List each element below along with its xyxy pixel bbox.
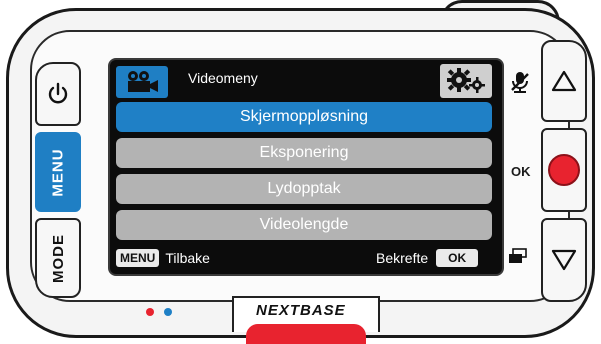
- menu-item-resolution[interactable]: Skjermoppløsning: [116, 102, 492, 132]
- display-toggle-icon: [508, 248, 528, 269]
- led-red: [146, 308, 154, 316]
- microphone-muted-icon: [510, 70, 530, 99]
- led-blue: [164, 308, 172, 316]
- menu-item-audio-recording[interactable]: Lydopptak: [116, 174, 492, 204]
- down-button[interactable]: [541, 218, 587, 302]
- settings-tab[interactable]: [440, 64, 492, 98]
- record-circle-icon: [548, 154, 580, 186]
- ok-side-label: OK: [511, 164, 531, 179]
- red-bottom-button[interactable]: [246, 324, 366, 344]
- triangle-down-icon: [551, 249, 577, 271]
- triangle-up-icon: [551, 70, 577, 92]
- menu-button-label: MENU: [49, 147, 67, 197]
- ok-record-button[interactable]: [541, 128, 587, 212]
- footer-back: MENU Tilbake: [116, 249, 210, 267]
- menu-button[interactable]: MENU: [35, 132, 81, 212]
- power-button[interactable]: [35, 62, 81, 126]
- menu-item-exposure[interactable]: Eksponering: [116, 138, 492, 168]
- menu-key-hint: MENU: [116, 249, 160, 267]
- footer-confirm: Bekrefte OK: [376, 249, 479, 267]
- video-mode-badge: [116, 66, 168, 98]
- confirm-label: Bekrefte: [376, 250, 429, 266]
- mode-button[interactable]: MODE: [35, 218, 81, 298]
- back-label: Tilbake: [165, 250, 210, 266]
- power-icon: [48, 82, 68, 104]
- menu-item-video-length[interactable]: Videolengde: [116, 210, 492, 240]
- video-camera-icon: [128, 71, 158, 92]
- menu-title: Videomeny: [188, 70, 258, 86]
- ok-key-hint: OK: [436, 249, 479, 267]
- settings-gears-icon: [447, 68, 485, 93]
- brand-logo: NEXTBASE: [256, 302, 346, 319]
- mode-button-label: MODE: [49, 233, 67, 283]
- up-button[interactable]: [541, 40, 587, 122]
